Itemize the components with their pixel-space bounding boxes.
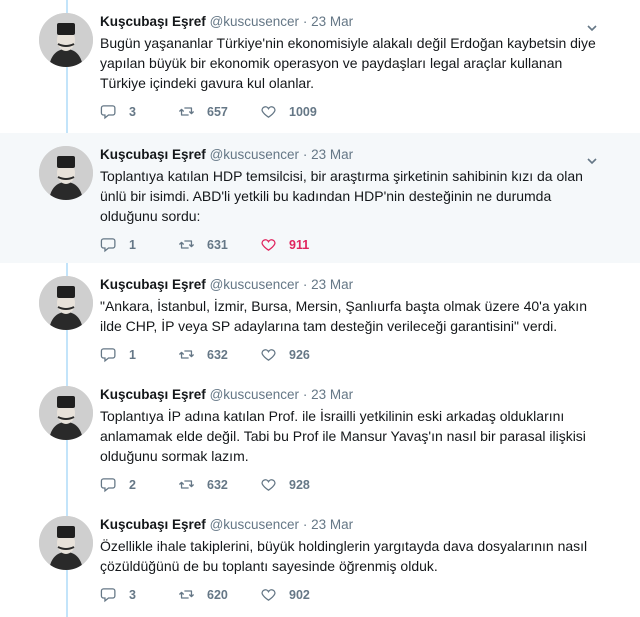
tweet[interactable]: Kuşcubaşı Eşref @kuscusencer · 23 Mar To… bbox=[0, 373, 640, 503]
tweet[interactable]: Kuşcubaşı Eşref @kuscusencer · 23 Mar Bu… bbox=[0, 0, 640, 133]
reply-count: 3 bbox=[129, 587, 136, 602]
like-button[interactable]: 926 bbox=[260, 346, 310, 363]
reply-button[interactable]: 3 bbox=[100, 103, 136, 120]
author-handle[interactable]: @kuscusencer bbox=[210, 14, 300, 29]
like-count: 928 bbox=[289, 477, 310, 492]
avatar[interactable] bbox=[39, 386, 93, 440]
reply-button[interactable]: 2 bbox=[100, 476, 136, 493]
tweet-thread: Kuşcubaşı Eşref @kuscusencer · 23 Mar Bu… bbox=[0, 0, 640, 617]
tweet-text: Toplantıya İP adına katılan Prof. ile İs… bbox=[100, 408, 586, 464]
tweet[interactable]: Kuşcubaşı Eşref @kuscusencer · 23 Mar To… bbox=[0, 133, 640, 263]
reply-icon bbox=[100, 238, 116, 253]
separator: · bbox=[302, 147, 308, 162]
reply-count: 1 bbox=[129, 237, 136, 252]
timestamp[interactable]: 23 Mar bbox=[311, 277, 353, 292]
chevron-down-icon[interactable] bbox=[586, 22, 598, 34]
reply-button[interactable]: 3 bbox=[100, 586, 136, 603]
timestamp[interactable]: 23 Mar bbox=[311, 387, 353, 402]
separator: · bbox=[302, 387, 308, 402]
reply-icon bbox=[100, 105, 116, 120]
separator: · bbox=[302, 14, 308, 29]
author-name[interactable]: Kuşcubaşı Eşref bbox=[100, 147, 206, 162]
retweet-button[interactable]: 631 bbox=[178, 236, 228, 253]
retweet-button[interactable]: 620 bbox=[178, 586, 228, 603]
author-handle[interactable]: @kuscusencer bbox=[210, 277, 300, 292]
retweet-button[interactable]: 657 bbox=[178, 103, 228, 120]
author-name[interactable]: Kuşcubaşı Eşref bbox=[100, 277, 206, 292]
avatar[interactable] bbox=[39, 516, 93, 570]
separator: · bbox=[302, 277, 308, 292]
author-name[interactable]: Kuşcubaşı Eşref bbox=[100, 517, 206, 532]
retweet-count: 631 bbox=[207, 237, 228, 252]
author-name[interactable]: Kuşcubaşı Eşref bbox=[100, 387, 206, 402]
reply-icon bbox=[100, 588, 116, 603]
retweet-count: 657 bbox=[207, 104, 228, 119]
like-button[interactable]: 928 bbox=[260, 476, 310, 493]
reply-button[interactable]: 1 bbox=[100, 236, 136, 253]
retweet-icon bbox=[178, 240, 195, 249]
avatar[interactable] bbox=[39, 146, 93, 200]
like-button[interactable]: 902 bbox=[260, 586, 310, 603]
heart-icon bbox=[261, 349, 276, 361]
chevron-down-icon[interactable] bbox=[586, 155, 598, 167]
reply-icon bbox=[100, 348, 116, 363]
like-button[interactable]: 1009 bbox=[260, 103, 317, 120]
retweet-count: 620 bbox=[207, 587, 228, 602]
retweet-icon bbox=[178, 350, 195, 359]
tweet-text: Özellikle ihale takiplerini, büyük holdi… bbox=[100, 538, 588, 574]
avatar[interactable] bbox=[39, 13, 93, 67]
retweet-button[interactable]: 632 bbox=[178, 346, 228, 363]
heart-icon bbox=[261, 106, 276, 118]
tweet[interactable]: Kuşcubaşı Eşref @kuscusencer · 23 Mar "A… bbox=[0, 263, 640, 373]
tweet-text: Toplantıya katılan HDP temsilcisi, bir a… bbox=[100, 168, 583, 224]
tweet-text: Bugün yaşananlar Türkiye'nin ekonomisiyl… bbox=[100, 35, 596, 91]
author-name[interactable]: Kuşcubaşı Eşref bbox=[100, 14, 206, 29]
retweet-button[interactable]: 632 bbox=[178, 476, 228, 493]
reply-button[interactable]: 1 bbox=[100, 346, 136, 363]
separator: · bbox=[302, 517, 308, 532]
heart-icon bbox=[261, 479, 276, 491]
timestamp[interactable]: 23 Mar bbox=[311, 147, 353, 162]
retweet-count: 632 bbox=[207, 477, 228, 492]
retweet-icon bbox=[178, 590, 195, 599]
tweet[interactable]: Kuşcubaşı Eşref @kuscusencer · 23 Mar Öz… bbox=[0, 503, 640, 617]
author-handle[interactable]: @kuscusencer bbox=[210, 387, 300, 402]
author-handle[interactable]: @kuscusencer bbox=[210, 147, 300, 162]
author-handle[interactable]: @kuscusencer bbox=[210, 517, 300, 532]
reply-icon bbox=[100, 478, 116, 493]
retweet-count: 632 bbox=[207, 347, 228, 362]
like-count: 911 bbox=[289, 237, 310, 252]
tweet-text: "Ankara, İstanbul, İzmir, Bursa, Mersin,… bbox=[100, 298, 587, 334]
reply-count: 1 bbox=[129, 347, 136, 362]
avatar[interactable] bbox=[39, 276, 93, 330]
reply-count: 2 bbox=[129, 477, 136, 492]
retweet-icon bbox=[178, 480, 195, 489]
like-count: 902 bbox=[289, 587, 310, 602]
retweet-icon bbox=[178, 107, 195, 116]
like-count: 926 bbox=[289, 347, 310, 362]
heart-icon bbox=[261, 239, 276, 251]
heart-icon bbox=[261, 589, 276, 601]
timestamp[interactable]: 23 Mar bbox=[311, 14, 353, 29]
like-button[interactable]: 911 bbox=[260, 236, 309, 253]
reply-count: 3 bbox=[129, 104, 136, 119]
timestamp[interactable]: 23 Mar bbox=[311, 517, 353, 532]
like-count: 1009 bbox=[289, 104, 317, 119]
